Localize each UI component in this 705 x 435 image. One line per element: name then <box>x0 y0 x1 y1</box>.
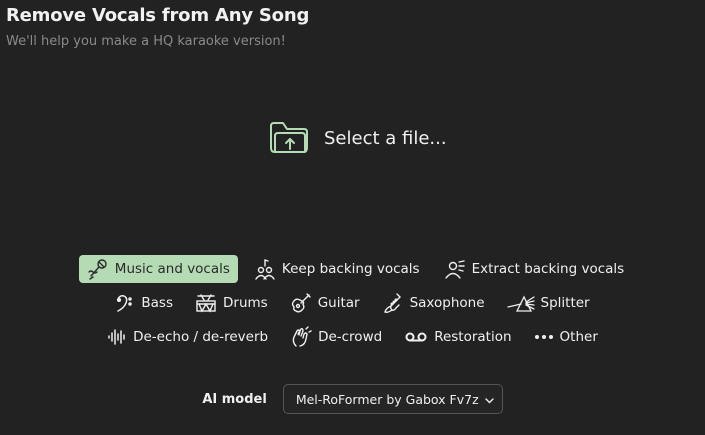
mode-label: Extract backing vocals <box>471 261 625 277</box>
page-subtitle: We'll help you make a HQ karaoke version… <box>6 34 286 49</box>
mode-label: Guitar <box>317 295 360 311</box>
mode-label: De-echo / de-reverb <box>133 329 269 345</box>
mode-label: Music and vocals <box>114 261 230 277</box>
mode-music-and-vocals[interactable]: Music and vocals <box>78 255 238 283</box>
ai-model-value: Mel-RoFormer by Gabox Fv7z <box>295 391 479 407</box>
tape-icon <box>404 329 428 345</box>
microphone-icon <box>87 258 109 280</box>
mode-de-crowd[interactable]: De-crowd <box>282 323 390 351</box>
mode-label: Bass <box>141 295 173 311</box>
mode-label: Drums <box>223 295 268 311</box>
mode-splitter[interactable]: Splitter <box>499 289 598 317</box>
waveform-icon <box>107 328 127 346</box>
mode-other[interactable]: Other <box>526 323 606 351</box>
mode-drums[interactable]: Drums <box>187 289 276 317</box>
mode-label: Splitter <box>540 295 590 311</box>
ai-model-label: AI model <box>202 391 267 407</box>
mode-restoration[interactable]: Restoration <box>396 323 519 351</box>
mode-row-2: Bass Drums Guitar Saxophone Splitter <box>0 289 705 317</box>
ai-model-select[interactable]: Mel-RoFormer by Gabox Fv7z <box>282 384 503 414</box>
clapping-hands-icon <box>290 326 312 348</box>
saxophone-icon <box>382 292 404 314</box>
mode-bass[interactable]: Bass <box>107 289 181 317</box>
singers-icon <box>254 258 276 280</box>
page-title: Remove Vocals from Any Song <box>6 5 310 26</box>
mode-label: Keep backing vocals <box>281 261 420 277</box>
ai-model-row: AI model Mel-RoFormer by Gabox Fv7z <box>0 384 705 414</box>
select-file-button[interactable]: Select a file... <box>268 118 447 158</box>
drum-icon <box>195 293 217 313</box>
mode-keep-backing-vocals[interactable]: Keep backing vocals <box>246 255 428 283</box>
prism-icon <box>506 293 535 313</box>
bass-clef-icon <box>115 293 135 313</box>
mode-guitar[interactable]: Guitar <box>282 289 368 317</box>
select-file-label: Select a file... <box>324 127 447 149</box>
mode-label: Other <box>559 329 598 345</box>
singer-icon <box>444 258 466 280</box>
mode-extract-backing-vocals[interactable]: Extract backing vocals <box>436 255 633 283</box>
folder-upload-icon <box>268 118 310 158</box>
mode-row-1: Music and vocals Keep backing vocals Ext… <box>0 255 705 283</box>
mode-label: Restoration <box>434 329 512 345</box>
mode-saxophone[interactable]: Saxophone <box>374 289 493 317</box>
guitar-icon <box>290 292 312 314</box>
mode-label: De-crowd <box>318 329 383 345</box>
chevron-down-icon <box>484 392 494 407</box>
mode-label: Saxophone <box>409 295 485 311</box>
mode-row-3: De-echo / de-reverb De-crowd Restoration <box>0 323 705 351</box>
mode-de-echo-de-reverb[interactable]: De-echo / de-reverb <box>99 323 276 351</box>
more-dots-icon <box>534 332 554 342</box>
